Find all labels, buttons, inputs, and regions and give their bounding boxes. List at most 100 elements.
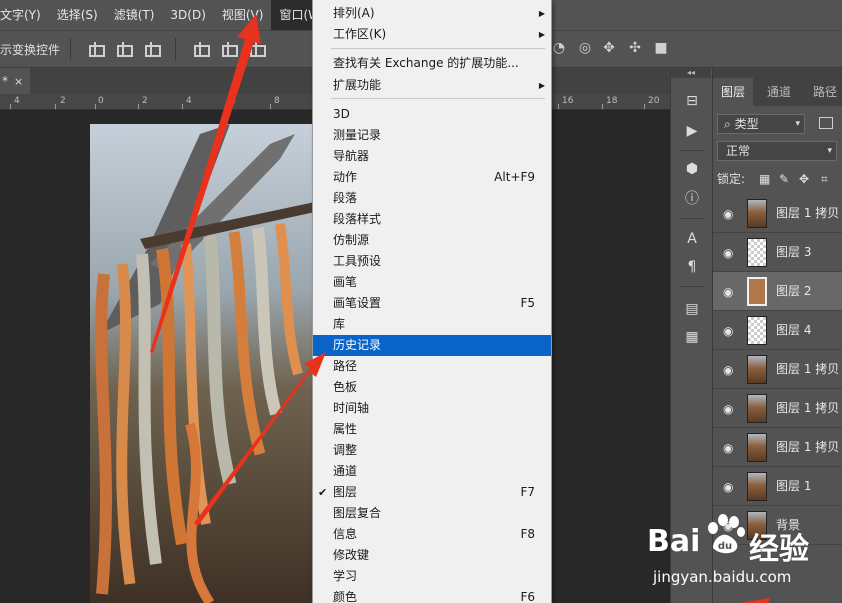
menu-item-properties[interactable]: 属性: [313, 419, 551, 440]
eye-icon[interactable]: ◉: [723, 246, 733, 260]
menu-text[interactable]: 文字(Y): [0, 0, 49, 30]
layer-filter-select[interactable]: ⌕ 类型 ▾: [717, 114, 805, 134]
eye-icon[interactable]: ◉: [723, 207, 733, 221]
menu-item-history[interactable]: 历史记录: [313, 335, 551, 356]
menu-item-tool-presets[interactable]: 工具预设: [313, 251, 551, 272]
paragraph-icon[interactable]: ¶: [683, 258, 701, 276]
menu-item-label: 时间轴: [333, 401, 370, 415]
menu-item-label: 段落: [333, 191, 358, 205]
document-image[interactable]: [90, 124, 315, 603]
menu-item-adjustments[interactable]: 调整: [313, 440, 551, 461]
3d-pan-icon[interactable]: ✥: [600, 40, 618, 56]
3d-icon[interactable]: ⬢: [683, 160, 701, 178]
menu-item-modifier-keys[interactable]: 修改键: [313, 545, 551, 566]
menu-item-paths[interactable]: 路径: [313, 356, 551, 377]
tab-channels[interactable]: 通道: [767, 78, 791, 106]
lock-position-icon[interactable]: ✥: [799, 170, 809, 188]
collapse-panel-button[interactable]: ◂◂: [671, 68, 711, 78]
close-icon[interactable]: ×: [14, 75, 23, 88]
menu-item-navigator[interactable]: 导航器: [313, 146, 551, 167]
menu-item-label: 画笔: [333, 275, 358, 289]
menu-item-paragraph[interactable]: 段落: [313, 188, 551, 209]
ruler-tick: [55, 104, 56, 109]
menu-item-measurement-log[interactable]: 测量记录: [313, 125, 551, 146]
menu-item-brush-settings[interactable]: 画笔设置 F5: [313, 293, 551, 314]
menu-item-channels[interactable]: 通道: [313, 461, 551, 482]
layer-thumbnail: [747, 355, 767, 384]
menu-view[interactable]: 视图(V): [214, 0, 272, 30]
libraries-icon[interactable]: ▤: [683, 300, 701, 318]
show-transform-controls-label[interactable]: 示变换控件: [0, 41, 60, 58]
layer-row[interactable]: ◉ 图层 1 拷贝: [713, 194, 842, 233]
layer-row-selected[interactable]: ◉ 图层 2: [713, 272, 842, 311]
menu-item-extensions[interactable]: 扩展功能 ▶: [313, 75, 551, 96]
menu-item-brushes[interactable]: 画笔: [313, 272, 551, 293]
menu-item-arrange[interactable]: 排列(A) ▶: [313, 3, 551, 24]
menu-item-paragraph-styles[interactable]: 段落样式: [313, 209, 551, 230]
properties-icon[interactable]: ▦: [683, 328, 701, 346]
blend-mode-select[interactable]: 正常 ▾: [717, 141, 837, 161]
layer-row[interactable]: ◉ 图层 1 拷贝: [713, 428, 842, 467]
layer-row[interactable]: ◉ 图层 1: [713, 467, 842, 506]
menu-item-swatches[interactable]: 色板: [313, 377, 551, 398]
ruler-label: 2: [60, 96, 66, 106]
3d-slide-icon[interactable]: ✣: [626, 40, 644, 56]
layer-thumbnail: [747, 394, 767, 423]
align-vcenter-icon[interactable]: [115, 42, 134, 57]
3d-orbit-icon[interactable]: ◔: [550, 40, 568, 56]
eye-icon[interactable]: ◉: [723, 285, 733, 299]
menu-item-libraries[interactable]: 库: [313, 314, 551, 335]
menu-item-label: 扩展功能: [333, 78, 382, 92]
ruler-label: 0: [98, 96, 104, 106]
align-top-icon[interactable]: [87, 42, 106, 57]
menu-item-label: 工作区(K): [333, 27, 387, 41]
character-icon[interactable]: A: [683, 230, 701, 248]
layer-row[interactable]: ◉ 图层 4: [713, 311, 842, 350]
menu-item-color[interactable]: 颜色 F6: [313, 587, 551, 603]
menu-item-info[interactable]: 信息 F8: [313, 524, 551, 545]
actions-play-icon[interactable]: ▶: [683, 122, 701, 140]
align-left-icon[interactable]: [192, 42, 211, 57]
eye-icon[interactable]: ◉: [723, 402, 733, 416]
menu-item-layer-comps[interactable]: 图层复合: [313, 503, 551, 524]
lock-artboard-icon[interactable]: ⌗: [821, 170, 828, 188]
align-right-icon[interactable]: [248, 42, 267, 57]
document-tab[interactable]: * ×: [0, 68, 30, 94]
menu-item-workspace[interactable]: 工作区(K) ▶: [313, 24, 551, 45]
menu-3d[interactable]: 3D(D): [162, 0, 213, 30]
info-icon[interactable]: ⓘ: [683, 190, 701, 208]
3d-camera-icon[interactable]: ■: [652, 40, 670, 56]
layer-row[interactable]: ◉ 图层 1 拷贝: [713, 350, 842, 389]
menu-item-label: 路径: [333, 359, 358, 373]
menu-item-3d[interactable]: 3D: [313, 104, 551, 125]
3d-roll-icon[interactable]: ◎: [576, 40, 594, 56]
menu-item-find-exchange[interactable]: 查找有关 Exchange 的扩展功能...: [313, 53, 551, 74]
filter-pixel-layers-icon[interactable]: [819, 117, 833, 129]
eye-icon[interactable]: ◉: [723, 324, 733, 338]
ruler-tick: [95, 104, 96, 109]
blend-mode-value: 正常: [726, 144, 751, 158]
menu-item-actions[interactable]: 动作 Alt+F9: [313, 167, 551, 188]
menu-item-timeline[interactable]: 时间轴: [313, 398, 551, 419]
layer-row[interactable]: ◉ 图层 3: [713, 233, 842, 272]
tab-paths[interactable]: 路径: [813, 78, 837, 106]
layers-panel-tabs: 图层 通道 路径: [713, 78, 842, 106]
eye-icon[interactable]: ◉: [723, 441, 733, 455]
tab-layers[interactable]: 图层: [713, 78, 754, 106]
layer-row[interactable]: ◉ 图层 1 拷贝: [713, 389, 842, 428]
menu-select[interactable]: 选择(S): [49, 0, 106, 30]
menu-item-label: 修改键: [333, 548, 370, 562]
lock-transparent-icon[interactable]: ▦: [759, 170, 770, 188]
ruler-tick: [182, 104, 183, 109]
menu-item-learn[interactable]: 学习: [313, 566, 551, 587]
baidu-paw-logo: du: [708, 514, 745, 554]
history-icon[interactable]: ⊟: [683, 92, 701, 110]
menu-item-clone-source[interactable]: 仿制源: [313, 230, 551, 251]
eye-icon[interactable]: ◉: [723, 363, 733, 377]
lock-image-icon[interactable]: ✎: [779, 170, 789, 188]
eye-icon[interactable]: ◉: [723, 480, 733, 494]
align-bottom-icon[interactable]: [143, 42, 162, 57]
menu-filter[interactable]: 滤镜(T): [106, 0, 163, 30]
align-hcenter-icon[interactable]: [220, 42, 239, 57]
menu-item-layers[interactable]: ✔ 图层 F7: [313, 482, 551, 503]
